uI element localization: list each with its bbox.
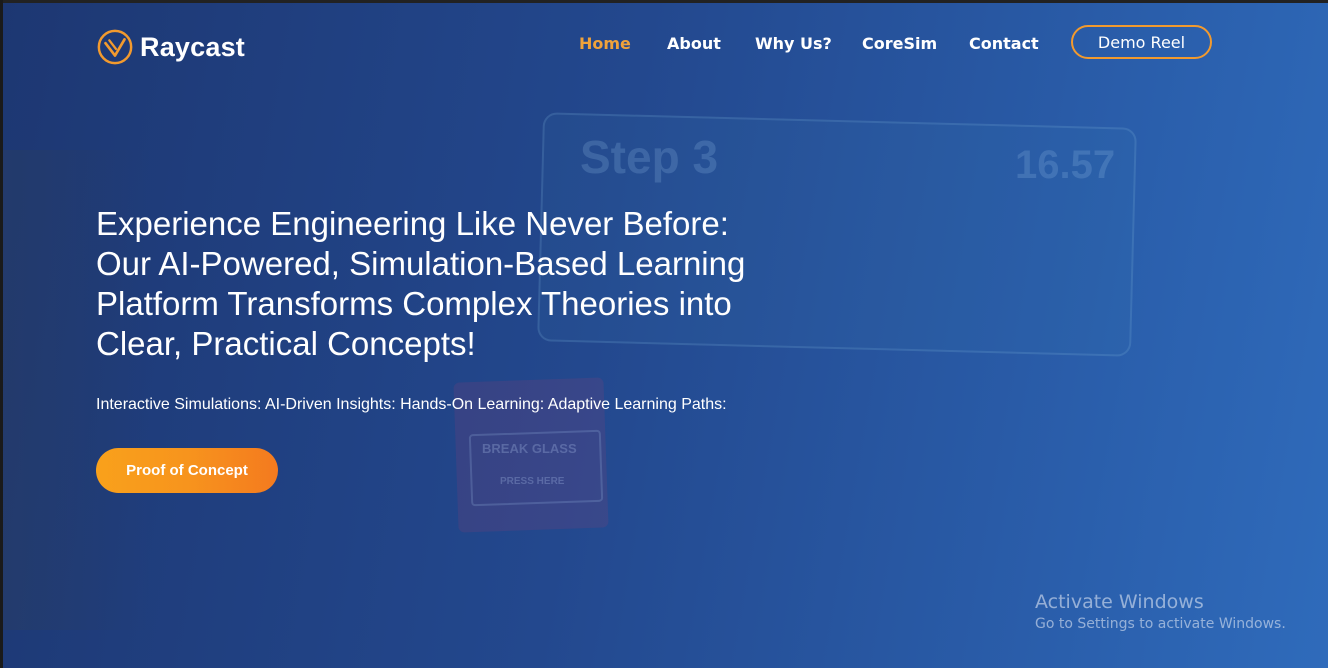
nav-item-coresim[interactable]: CoreSim	[862, 34, 937, 53]
nav-item-home[interactable]: Home	[579, 34, 631, 53]
hero-subtitle: Interactive Simulations: AI-Driven Insig…	[96, 396, 727, 413]
proof-of-concept-button[interactable]: Proof of Concept	[96, 448, 278, 493]
brand-name: Raycast	[140, 31, 245, 62]
hero-title: Experience Engineering Like Never Before…	[96, 204, 836, 364]
activate-windows-subtitle: Go to Settings to activate Windows.	[1035, 616, 1286, 632]
demo-reel-button[interactable]: Demo Reel	[1071, 25, 1212, 59]
hero-title-line: Clear, Practical Concepts!	[96, 325, 476, 362]
hero-title-line: Experience Engineering Like Never Before…	[96, 205, 729, 242]
nav-item-contact[interactable]: Contact	[969, 34, 1039, 53]
hero-title-line: Our AI-Powered, Simulation-Based Learnin…	[96, 245, 746, 282]
background-sign-value: 16.57	[1015, 143, 1116, 187]
brand-logo[interactable]: Raycast	[96, 28, 245, 66]
page-background: Step 3 16.57 BREAK GLASS PRESS HERE Rayc…	[0, 0, 1328, 668]
nav-item-about[interactable]: About	[667, 34, 721, 53]
background-break-glass-label: BREAK GLASS	[482, 441, 577, 456]
background-sign-heading: Step 3	[580, 131, 719, 183]
raycast-logo-icon	[97, 29, 133, 65]
hero-title-line: Platform Transforms Complex Theories int…	[96, 285, 732, 322]
background-press-here-label: PRESS HERE	[500, 476, 565, 487]
activate-windows-title: Activate Windows	[1035, 591, 1204, 613]
nav-item-why-us[interactable]: Why Us?	[755, 34, 832, 53]
